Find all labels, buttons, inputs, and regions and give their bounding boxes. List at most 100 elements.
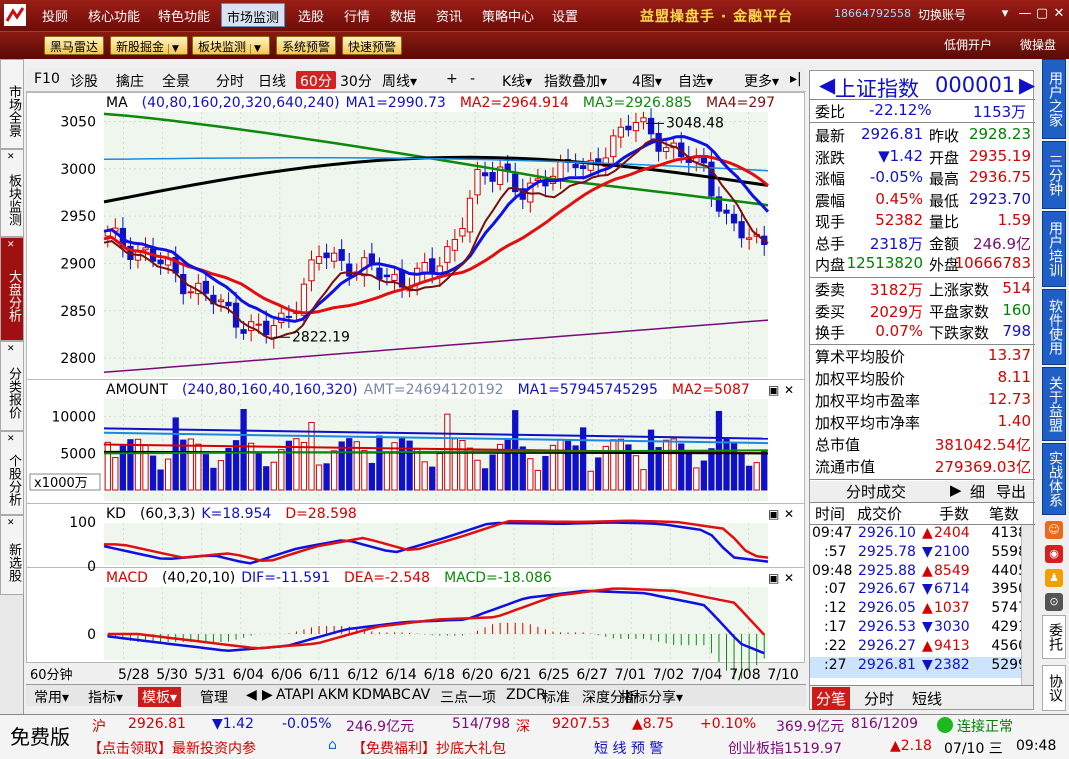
chart-tool-14[interactable]: 自选▾ (674, 71, 717, 90)
bottom-tab-3[interactable]: 管理 (196, 687, 232, 707)
pane-maximize-icon[interactable]: ▣ (768, 507, 779, 521)
chart-tool-10[interactable]: - (466, 71, 479, 89)
menu-item-4[interactable]: 选股 (298, 6, 324, 25)
bottom-tab-6[interactable]: ATAPI (272, 687, 318, 703)
quote-arrow-right-icon[interactable]: ▶ (1019, 73, 1035, 97)
right-tab-0[interactable]: 用户之家 (1042, 59, 1066, 139)
bottom-tab-13[interactable]: 标准 (538, 687, 574, 707)
tick-row[interactable]: :27 2926.81 ▼ 2382 5299 (810, 656, 1033, 678)
tick-detail-button[interactable]: 细 (970, 481, 985, 502)
chart-tool-7[interactable]: 30分 (336, 71, 376, 90)
close-tab-icon[interactable]: ✕ (7, 240, 15, 250)
close-tab-icon[interactable]: ✕ (7, 434, 15, 444)
tick-scrollbar[interactable] (1021, 525, 1033, 685)
menu-item-3[interactable]: 市场监测 (221, 3, 286, 27)
home-icon[interactable]: ⌂ (328, 737, 337, 753)
chart-tool-3[interactable]: 全景 (158, 71, 194, 90)
open-account-link[interactable]: 低佣开户 (944, 36, 992, 53)
menu-item-5[interactable]: 行情 (344, 6, 370, 25)
record-icon[interactable]: ◉ (1045, 545, 1063, 563)
chart-tool-4[interactable]: 分时 (212, 71, 248, 90)
amount-legend[interactable]: AMOUNT (240,80,160,40,160,320) AMT=2469412… (106, 382, 750, 398)
qq-icon[interactable]: ♟ (1045, 569, 1063, 587)
bottom-tab-2[interactable]: 模板▾ (138, 687, 182, 707)
bottom-tab-11[interactable]: 三点一项 (436, 687, 500, 707)
x-period[interactable]: 60分钟 (30, 667, 73, 683)
close-tab-icon[interactable]: ✕ (7, 152, 15, 162)
chart-tool-8[interactable]: 周线▾ (378, 71, 421, 90)
quote-tab-2[interactable]: 短线 (908, 687, 946, 710)
left-tab-3[interactable]: ✕ 分类报价 (0, 341, 24, 431)
menu-item-2[interactable]: 特色功能 (158, 6, 210, 25)
kline-chart[interactable]: 3050 3000 2950 2900 2850 2800 3048.48 2822.19 MA… (26, 92, 806, 684)
maximize-icon[interactable]: ▢ (1035, 7, 1049, 21)
left-tab-1[interactable]: ✕ 板块监测 (0, 149, 24, 237)
toolbar-button-3[interactable]: 系统预警 (276, 36, 337, 55)
minimize-icon[interactable]: — (1018, 7, 1032, 21)
pane-close-icon[interactable]: ✕ (784, 571, 794, 585)
tick-export-button[interactable]: 导出 (996, 481, 1026, 502)
chart-tool-0[interactable]: F10 (30, 71, 64, 89)
menu-item-9[interactable]: 设置 (552, 6, 578, 25)
promo-investment-link[interactable]: 【点击领取】最新投资内参 (88, 738, 256, 758)
switch-account-link[interactable]: 切换账号 (918, 6, 966, 23)
right-tab-3[interactable]: 软件使用 (1042, 289, 1066, 365)
short-alert-link[interactable]: 短 线 预 警 (594, 738, 663, 758)
bottom-tab-10[interactable]: AV (408, 687, 434, 703)
close-tab-icon[interactable]: ✕ (7, 344, 15, 354)
chart-tool-16[interactable]: ▸| (786, 71, 806, 89)
macd-legend[interactable]: MACD (40,20,10) DIF=-11.591 DEA=-2.548 MACD=… (106, 570, 552, 586)
emoticon-icon[interactable]: ☺ (1045, 521, 1063, 539)
chart-tool-11[interactable]: K线▾ (498, 71, 536, 90)
chart-tool-13[interactable]: 4图▾ (628, 71, 666, 90)
ma-legend[interactable]: MA (40,80,160,20,320,640,240) MA1=2990.73 M… (106, 95, 775, 111)
quote-arrow-left-icon[interactable]: ◀ (819, 73, 835, 97)
close-tab-icon[interactable]: ✕ (7, 518, 15, 528)
micro-trade-link[interactable]: 微操盘 (1020, 36, 1056, 53)
chart-tool-15[interactable]: 更多▾ (740, 71, 783, 90)
kd-legend[interactable]: KD (60,3,3) K=18.954 D=28.598 (106, 506, 357, 522)
menu-item-0[interactable]: 投顾 (42, 6, 68, 25)
chart-tool-1[interactable]: 诊股 (66, 71, 102, 90)
toolbar-button-1[interactable]: 新股掘金 ▼ (110, 36, 189, 55)
left-tab-0[interactable]: 市场全景 (0, 59, 24, 149)
camera-icon[interactable]: ⊙ (1045, 593, 1063, 611)
right-tab-1[interactable]: 三分钟 (1042, 141, 1066, 209)
right-tab-2[interactable]: 用户培训 (1042, 211, 1066, 287)
pane-maximize-icon[interactable]: ▣ (768, 383, 779, 397)
brand-title: 益盟操盘手 · 金融平台 (640, 9, 794, 25)
quote-tab-1[interactable]: 分时 (860, 687, 898, 710)
pane-maximize-icon[interactable]: ▣ (768, 571, 779, 585)
chart-tool-12[interactable]: 指数叠加▾ (540, 71, 611, 90)
dropdown-arrow-icon[interactable]: ▼ (250, 44, 264, 54)
right-tab-4[interactable]: 关于益盟 (1042, 367, 1066, 441)
bottom-tab-1[interactable]: 指标▾ (84, 687, 127, 707)
close-icon[interactable]: ✕ (1052, 7, 1066, 21)
toolbar-button-4[interactable]: 快速预警 (342, 36, 403, 55)
entrust-button[interactable]: 委托 (1042, 615, 1066, 659)
pane-close-icon[interactable]: ✕ (784, 507, 794, 521)
bottom-tab-15[interactable]: 指标分享▾ (616, 687, 687, 707)
menu-item-6[interactable]: 数据 (390, 6, 416, 25)
pane-close-icon[interactable]: ✕ (784, 383, 794, 397)
bottom-tab-0[interactable]: 常用▾ (30, 687, 73, 707)
toolbar-button-0[interactable]: 黑马雷达 (44, 36, 105, 55)
left-tab-5[interactable]: ✕ 新选股 (0, 515, 24, 595)
menu-icon[interactable]: ▾ (998, 7, 1012, 21)
chart-tool-5[interactable]: 日线 (254, 71, 290, 90)
menu-item-1[interactable]: 核心功能 (88, 6, 140, 25)
chart-tool-6[interactable]: 60分 (296, 71, 336, 90)
dropdown-arrow-icon[interactable]: ▼ (168, 44, 182, 54)
right-tab-5[interactable]: 实战体系 (1042, 443, 1066, 515)
chart-tool-9[interactable]: + (442, 71, 462, 89)
quote-tab-0[interactable]: 分笔 (812, 687, 851, 710)
chart-tool-2[interactable]: 擒庄 (112, 71, 148, 90)
left-tab-2[interactable]: ✕ 大盘分析 (0, 237, 24, 341)
agreement-button[interactable]: 协议 (1042, 665, 1066, 711)
promo-gift-link[interactable]: 【免费福利】抄底大礼包 (352, 738, 506, 758)
menu-item-8[interactable]: 策略中心 (482, 6, 534, 25)
menu-item-7[interactable]: 资讯 (436, 6, 462, 25)
toolbar-button-2[interactable]: 板块监测 ▼ (192, 36, 271, 55)
left-tab-4[interactable]: ✕ 个股分析 (0, 431, 24, 515)
tick-expand-icon[interactable]: ▶ (950, 481, 962, 499)
